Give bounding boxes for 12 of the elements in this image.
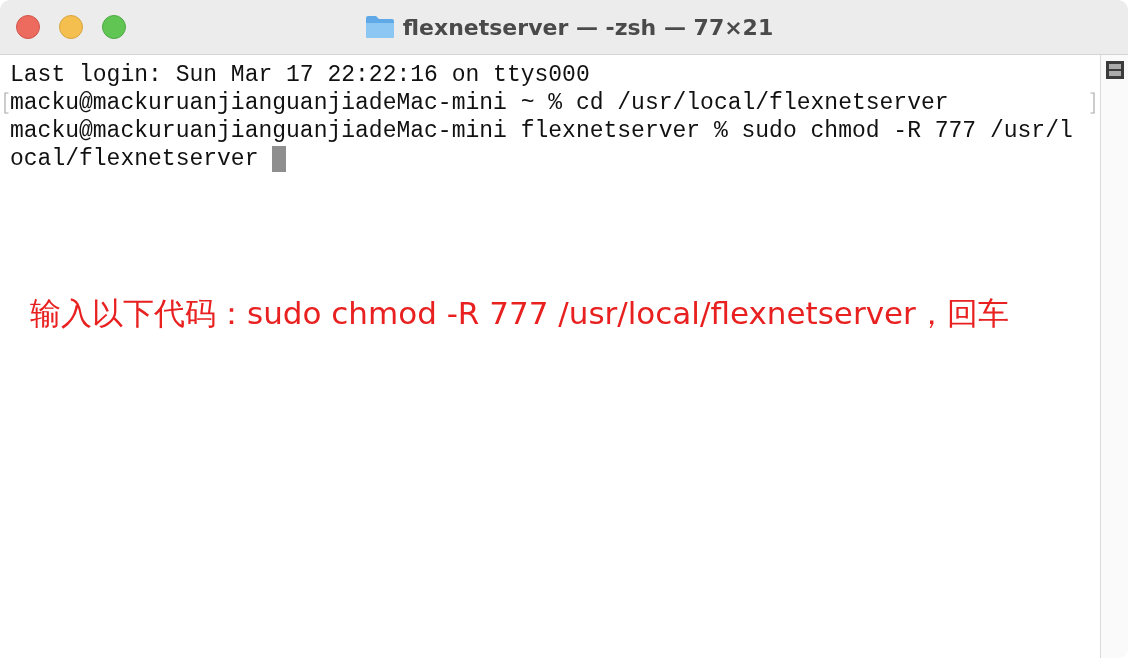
annotation-text: 输入以下代码：sudo chmod -R 777 /usr/local/flexnetserver，回车 bbox=[30, 294, 1010, 333]
window-title: flexnetserver — -zsh — 77×21 bbox=[402, 14, 774, 40]
terminal-line: Last login: Sun Mar 17 22:22:16 on ttys000 bbox=[10, 61, 590, 89]
terminal-line: macku@mackuruanjianguanjiadeMac-mini ~ % cd /usr/local/flexnetserver bbox=[10, 89, 949, 117]
zoom-button[interactable] bbox=[102, 15, 126, 39]
terminal-line: macku@mackuruanjianguanjiadeMac-mini flexnetserver % sudo chmod -R 777 /usr/l bbox=[10, 117, 1073, 145]
close-button[interactable] bbox=[16, 15, 40, 39]
terminal-line: ocal/flexnetserver bbox=[10, 145, 259, 173]
split-pane-icon[interactable] bbox=[1105, 61, 1124, 79]
mark-bracket-icon bbox=[1090, 92, 1095, 114]
folder-icon bbox=[364, 15, 395, 39]
minimize-button[interactable] bbox=[59, 15, 83, 39]
